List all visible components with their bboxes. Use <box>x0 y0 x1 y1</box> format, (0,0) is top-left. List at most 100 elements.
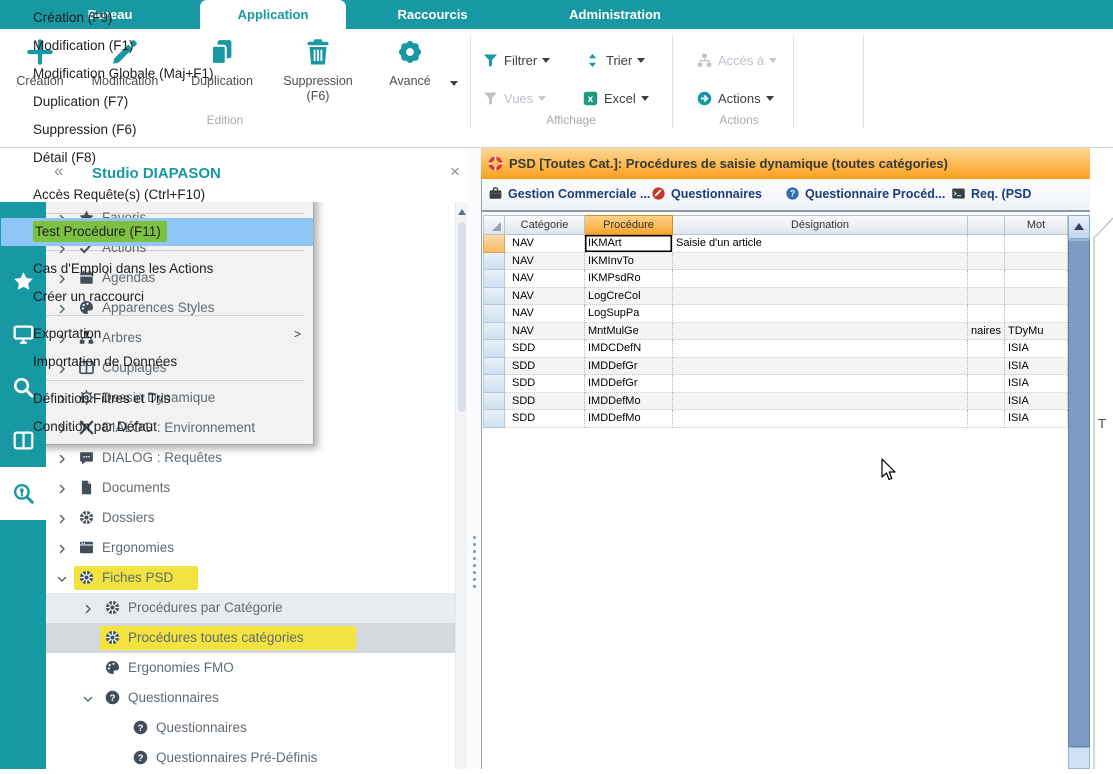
tree-item-proc-dures-par-cat-gorie[interactable]: Procédures par Catégorie <box>46 593 455 623</box>
tab-administration[interactable]: Administration <box>545 0 685 29</box>
tree-item-documents[interactable]: Documents <box>46 473 455 503</box>
grid-cell[interactable]: NAV <box>505 235 585 253</box>
grid-cell[interactable] <box>673 340 968 358</box>
grid-vertical-scrollbar[interactable] <box>1068 215 1090 769</box>
grid-cell[interactable]: LogSupPa <box>585 305 673 323</box>
menu-item-test-proc-dure-f11-[interactable]: Test Procédure (F11) <box>1 218 313 246</box>
row-selector[interactable] <box>483 323 505 341</box>
chevron-down-icon[interactable] <box>450 81 458 86</box>
chevron-down-icon[interactable] <box>542 58 550 63</box>
tree-scroll-up-icon[interactable] <box>457 206 467 218</box>
grid-cell[interactable]: ISIA <box>1005 375 1068 393</box>
ribbon-button-avancé[interactable]: Avancé <box>367 35 453 89</box>
tree-item-ergonomies[interactable]: Ergonomies <box>46 533 455 563</box>
column-header-Désignation[interactable]: Désignation <box>673 215 968 235</box>
grid-cell[interactable]: IMDDefGr <box>585 358 673 376</box>
row-selector[interactable] <box>483 375 505 393</box>
tab-raccourcis[interactable]: Raccourcis <box>370 0 495 29</box>
scrollbar-thumb[interactable] <box>1068 239 1090 747</box>
grid-cell[interactable]: ISIA <box>1005 340 1068 358</box>
chevron-right-icon[interactable] <box>56 482 68 494</box>
grid-cell[interactable]: MntMulGe <box>585 323 673 341</box>
grid-cell[interactable]: SDD <box>505 375 585 393</box>
menu-item-cas-d-emploi-dans-les-actions[interactable]: Cas d'Emploi dans les Actions <box>1 255 313 283</box>
grid-cell[interactable]: ISIA <box>1005 393 1068 411</box>
panel-tab-questionnaire-proc-d-[interactable]: ?Questionnaire Procéd... <box>785 186 945 201</box>
menu-item-cr-ation-f9-[interactable]: Création (F9) <box>1 4 313 32</box>
row-selector[interactable] <box>483 358 505 376</box>
tree-item-ergonomies-fmo[interactable]: Ergonomies FMO <box>46 653 455 683</box>
ribbon-small-button-filtrer[interactable]: Filtrer <box>482 50 550 70</box>
grid-cell[interactable] <box>1005 270 1068 288</box>
grid-cell[interactable] <box>1005 235 1068 253</box>
menu-item-duplication-f7-[interactable]: Duplication (F7) <box>1 88 313 116</box>
menu-item-acc-s-requ-te-s-ctrl-f10-[interactable]: Accès Requête(s) (Ctrl+F10) <box>1 181 313 209</box>
grid-cell[interactable] <box>1005 253 1068 271</box>
tree-item-fiches-psd[interactable]: Fiches PSD <box>46 563 455 593</box>
row-selector[interactable] <box>483 253 505 271</box>
grid-cell[interactable] <box>968 340 1005 358</box>
tree-item-dialog-requ-tes[interactable]: DIALOG : Requêtes <box>46 443 455 473</box>
side-tab-label[interactable]: T <box>1098 416 1106 431</box>
ribbon-small-button-excel[interactable]: xExcel <box>582 88 649 108</box>
menu-item-d-finition-filtres-et-tris[interactable]: Définition Filtres et Tris <box>1 385 313 413</box>
column-header-Mot[interactable]: Mot <box>1005 215 1068 235</box>
sidebar-close-icon[interactable]: × <box>450 162 460 182</box>
menu-item-importation-de-donn-es[interactable]: Importation de Données <box>1 348 313 376</box>
grid-cell[interactable]: SDD <box>505 358 585 376</box>
grid-cell[interactable]: IMDDefGr <box>585 375 673 393</box>
grid-cell[interactable]: IMDDefMo <box>585 393 673 411</box>
grid-cell[interactable] <box>968 358 1005 376</box>
menu-item-cr-er-un-raccourci[interactable]: Créer un raccourci <box>1 283 313 311</box>
menu-item-suppression-f6-[interactable]: Suppression (F6) <box>1 116 313 144</box>
grid-cell[interactable] <box>968 288 1005 306</box>
grid-cell[interactable]: LogCreCol <box>585 288 673 306</box>
tree-item-questionnaires[interactable]: ?Questionnaires <box>46 713 455 743</box>
grid-cell[interactable]: NAV <box>505 253 585 271</box>
grid-cell[interactable] <box>968 375 1005 393</box>
grid-cell[interactable] <box>968 270 1005 288</box>
panel-tab-questionnaires[interactable]: Questionnaires <box>651 186 762 201</box>
grid-cell[interactable] <box>968 305 1005 323</box>
column-header-selector[interactable] <box>483 215 505 235</box>
grid-cell[interactable]: SDD <box>505 393 585 411</box>
grid-cell[interactable]: ISIA <box>1005 410 1068 428</box>
column-header-selector[interactable] <box>968 215 1005 235</box>
grid-cell[interactable] <box>1005 305 1068 323</box>
chevron-down-icon[interactable] <box>637 58 645 63</box>
rail-item-search-location-icon[interactable] <box>0 467 46 520</box>
grid-cell[interactable]: Saisie d'un article <box>673 235 968 253</box>
row-selector[interactable] <box>483 288 505 306</box>
panel-tab-req-psd[interactable]: Req. (PSD <box>951 186 1031 201</box>
grid-cell[interactable] <box>968 410 1005 428</box>
tree-item-proc-dures-toutes-cat-gories[interactable]: Procédures toutes catégories <box>46 623 455 653</box>
grid-cell[interactable] <box>673 288 968 306</box>
grid-cell[interactable]: SDD <box>505 340 585 358</box>
grid-cell[interactable] <box>673 305 968 323</box>
grid-cell[interactable]: IKMPsdRo <box>585 270 673 288</box>
grid-cell[interactable] <box>673 358 968 376</box>
row-selector[interactable] <box>483 305 505 323</box>
grid-cell[interactable]: ISIA <box>1005 358 1068 376</box>
grid-cell[interactable] <box>673 410 968 428</box>
menu-item-condition-par-d-faut[interactable]: Condition par Défaut <box>1 413 313 441</box>
grid-cell[interactable]: IMDDefMo <box>585 410 673 428</box>
grid-cell[interactable] <box>673 393 968 411</box>
tree-scrollbar[interactable] <box>455 202 467 769</box>
sidebar-splitter[interactable] <box>467 148 481 769</box>
grid-cell[interactable] <box>968 253 1005 271</box>
tree-item-dossiers[interactable]: Dossiers <box>46 503 455 533</box>
grid-cell[interactable]: NAV <box>505 323 585 341</box>
grid-cell[interactable] <box>968 235 1005 253</box>
grid-cell[interactable] <box>1005 288 1068 306</box>
chevron-right-icon[interactable] <box>56 512 68 524</box>
panel-tab-gestion-commerciale-[interactable]: Gestion Commerciale ... <box>488 186 650 201</box>
ribbon-small-button-actions[interactable]: Actions <box>696 88 774 108</box>
grid-cell[interactable]: naires <box>968 323 1005 341</box>
ribbon-small-button-trier[interactable]: Trier <box>584 50 645 70</box>
grid-cell[interactable]: IKMArt <box>585 235 673 253</box>
menu-item-exportation[interactable]: Exportation> <box>1 320 313 348</box>
grid-cell[interactable]: IKMInvTo <box>585 253 673 271</box>
grid-cell[interactable]: IMDCDefN <box>585 340 673 358</box>
menu-item-modification-f1-[interactable]: Modification (F1) <box>1 32 313 60</box>
